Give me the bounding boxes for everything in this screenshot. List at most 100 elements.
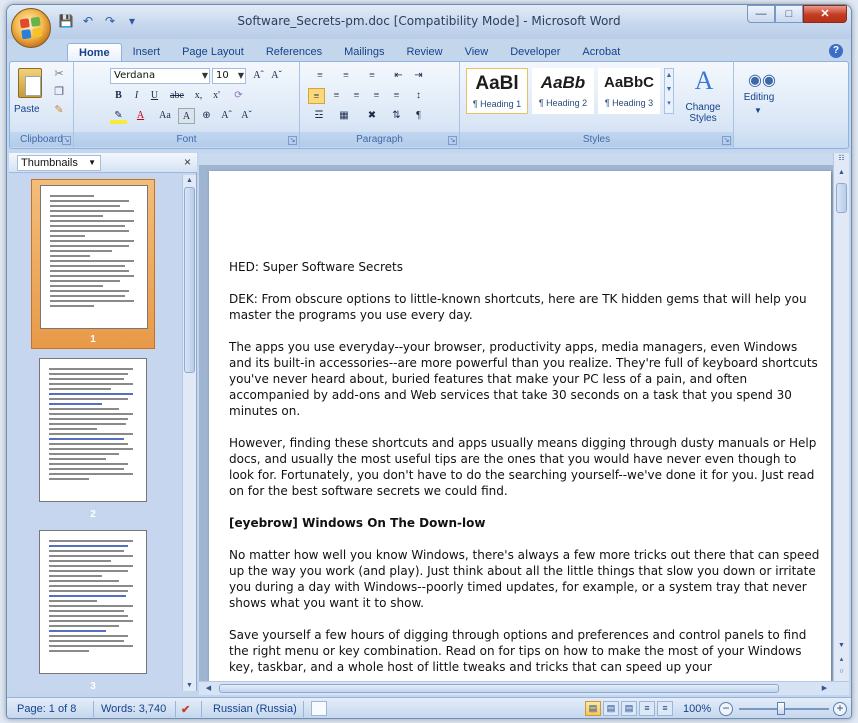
ruler-toggle-icon[interactable]: ☷ bbox=[836, 153, 847, 164]
font-size-combo[interactable]: 10 ▼ bbox=[212, 68, 246, 84]
change-styles-button[interactable]: Change Styles bbox=[676, 102, 730, 124]
scroll-down-icon[interactable]: ▼ bbox=[184, 680, 195, 691]
style-heading-2[interactable]: AaBb ¶ Heading 2 bbox=[532, 68, 594, 114]
full-screen-reading-icon[interactable]: ▤ bbox=[603, 701, 619, 716]
grow-font-button[interactable]: Aˆ bbox=[250, 68, 267, 84]
tab-review[interactable]: Review bbox=[395, 43, 453, 61]
distributed-icon[interactable]: ≡ bbox=[388, 88, 405, 104]
numbering-icon[interactable]: ≡ bbox=[334, 68, 358, 84]
scroll-up-icon[interactable]: ▲ bbox=[836, 167, 847, 178]
tab-home[interactable]: Home bbox=[67, 43, 122, 61]
align-right-icon[interactable]: ≡ bbox=[348, 88, 365, 104]
web-layout-icon[interactable]: ▤ bbox=[621, 701, 637, 716]
sort-icon[interactable]: ⇅ bbox=[388, 108, 405, 124]
nav-close-icon[interactable]: × bbox=[184, 155, 191, 169]
tab-insert[interactable]: Insert bbox=[122, 43, 172, 61]
style-heading-1[interactable]: AaBl ¶ Heading 1 bbox=[466, 68, 528, 114]
thumbnail-page-3[interactable]: 3 bbox=[31, 525, 155, 691]
nav-scrollbar[interactable]: ▲ ▼ bbox=[182, 175, 196, 691]
styles-scroll[interactable]: ▲ ▼ ▾ bbox=[664, 68, 674, 114]
paragraph-launcher-icon[interactable]: ↘ bbox=[448, 136, 457, 145]
document-text[interactable]: HED: Super Software Secrets DEK: From ob… bbox=[229, 259, 823, 691]
help-icon[interactable]: ? bbox=[829, 44, 843, 58]
grow-font-small-icon[interactable]: Aˆ bbox=[218, 108, 235, 124]
thumbnails-dropdown[interactable]: Thumbnails ▼ bbox=[17, 155, 101, 171]
highlight-icon[interactable]: ✎ bbox=[110, 108, 127, 124]
increase-indent-icon[interactable]: ⇥ bbox=[410, 68, 427, 84]
nav-scroll-thumb[interactable] bbox=[184, 187, 195, 373]
macro-record-icon[interactable] bbox=[311, 701, 327, 716]
shading-icon[interactable]: ☲ bbox=[308, 108, 330, 124]
italic-button[interactable]: I bbox=[128, 88, 145, 104]
underline-button[interactable]: U bbox=[146, 88, 163, 104]
editing-button[interactable]: Editing bbox=[736, 92, 782, 103]
document-vscroll[interactable]: ☷ ▲ ▼ ▴ ○ ▾ bbox=[833, 153, 849, 691]
paste-button[interactable]: Paste bbox=[14, 104, 40, 115]
tab-acrobat[interactable]: Acrobat bbox=[571, 43, 631, 61]
tab-developer[interactable]: Developer bbox=[499, 43, 571, 61]
document-scroll-thumb[interactable] bbox=[836, 183, 847, 213]
select-browse-object-icon[interactable]: ○ bbox=[836, 666, 847, 677]
copy-icon[interactable]: ❐ bbox=[52, 86, 66, 99]
font-name-combo[interactable]: Verdana ▼ bbox=[110, 68, 210, 84]
scroll-down-icon[interactable]: ▼ bbox=[836, 640, 847, 651]
page-count[interactable]: Page: 1 of 8 bbox=[17, 703, 76, 715]
superscript-button[interactable]: x' bbox=[208, 88, 225, 104]
maximize-button[interactable]: □ bbox=[775, 5, 803, 23]
line-spacing-icon[interactable]: ↕ bbox=[410, 88, 427, 104]
clipboard-launcher-icon[interactable]: ↘ bbox=[62, 136, 71, 145]
cut-icon[interactable]: ✂ bbox=[52, 68, 66, 81]
styles-launcher-icon[interactable]: ↘ bbox=[722, 136, 731, 145]
minimize-button[interactable]: — bbox=[747, 5, 775, 23]
bullets-icon[interactable]: ≡ bbox=[308, 68, 332, 84]
show-hide-icon[interactable]: ¶ bbox=[410, 108, 427, 124]
thumbnail-page-2[interactable]: 2 bbox=[31, 353, 155, 523]
document-page[interactable]: HED: Super Software Secrets DEK: From ob… bbox=[209, 171, 831, 691]
tab-mailings[interactable]: Mailings bbox=[333, 43, 395, 61]
decrease-indent-icon[interactable]: ⇤ bbox=[390, 68, 407, 84]
scroll-left-icon[interactable]: ◀ bbox=[203, 683, 214, 694]
language-indicator[interactable]: Russian (Russia) bbox=[213, 703, 297, 715]
justify-icon[interactable]: ≡ bbox=[368, 88, 385, 104]
borders-icon[interactable]: ▦ bbox=[332, 108, 356, 124]
asian-layout-icon[interactable]: ✖ bbox=[360, 108, 384, 124]
scroll-up-icon[interactable]: ▲ bbox=[184, 175, 195, 186]
font-launcher-icon[interactable]: ↘ bbox=[288, 136, 297, 145]
change-case-button[interactable]: Aa bbox=[154, 108, 176, 124]
zoom-in-icon[interactable]: + bbox=[833, 702, 847, 716]
align-center-icon[interactable]: ≡ bbox=[328, 88, 345, 104]
proofing-icon[interactable]: ✔ bbox=[181, 703, 190, 716]
clear-formatting-icon[interactable]: ⟳ bbox=[230, 88, 247, 104]
paste-icon[interactable] bbox=[18, 68, 42, 98]
shrink-font-small-icon[interactable]: Aˇ bbox=[238, 108, 255, 124]
strikethrough-button[interactable]: abe bbox=[166, 88, 188, 104]
tab-view[interactable]: View bbox=[454, 43, 500, 61]
close-button[interactable]: ✕ bbox=[803, 5, 847, 23]
zoom-slider-knob[interactable] bbox=[777, 702, 785, 715]
hscroll-thumb[interactable] bbox=[219, 684, 779, 693]
enclose-characters-icon[interactable]: ⊕ bbox=[198, 108, 215, 124]
print-layout-view-icon[interactable]: ▤ bbox=[585, 701, 601, 716]
status-separator bbox=[201, 701, 202, 717]
tab-references[interactable]: References bbox=[255, 43, 333, 61]
scroll-right-icon[interactable]: ▶ bbox=[819, 683, 830, 694]
zoom-out-icon[interactable]: − bbox=[719, 702, 733, 716]
bold-button[interactable]: B bbox=[110, 88, 127, 104]
multilevel-list-icon[interactable]: ≡ bbox=[360, 68, 384, 84]
tab-page-layout[interactable]: Page Layout bbox=[171, 43, 255, 61]
style-heading-3[interactable]: AaBbC ¶ Heading 3 bbox=[598, 68, 660, 114]
shrink-font-button[interactable]: Aˇ bbox=[268, 68, 285, 84]
character-shading-icon[interactable]: A bbox=[178, 108, 195, 124]
office-button[interactable] bbox=[11, 8, 51, 48]
format-painter-icon[interactable]: ✎ bbox=[52, 104, 66, 117]
word-count[interactable]: Words: 3,740 bbox=[101, 703, 166, 715]
subscript-button[interactable]: x, bbox=[190, 88, 207, 104]
font-color-button[interactable]: A bbox=[132, 108, 149, 124]
thumbnail-page-1[interactable]: 1 bbox=[31, 179, 155, 349]
outline-view-icon[interactable]: ≡ bbox=[639, 701, 655, 716]
previous-page-icon[interactable]: ▴ bbox=[836, 654, 847, 665]
document-hscroll[interactable]: ◀ ▶ bbox=[199, 681, 849, 695]
zoom-level[interactable]: 100% bbox=[683, 703, 711, 715]
draft-view-icon[interactable]: ≡ bbox=[657, 701, 673, 716]
align-left-icon[interactable]: ≡ bbox=[308, 88, 325, 104]
